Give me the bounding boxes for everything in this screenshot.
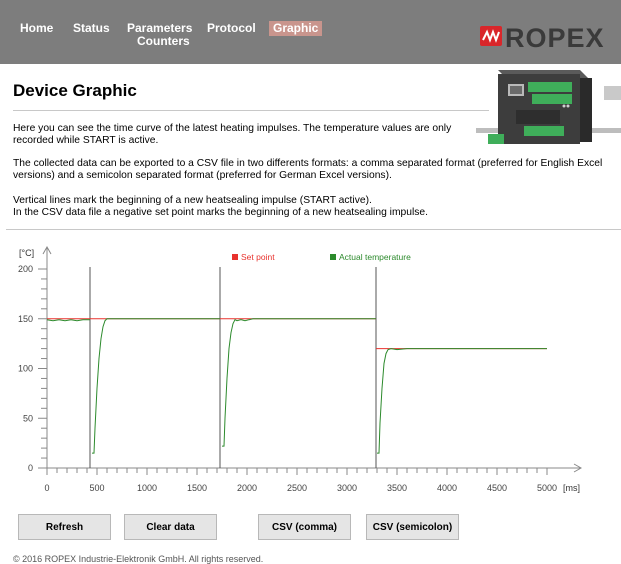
chart-legend: Set point Actual temperature (232, 252, 411, 262)
nav-graphic[interactable]: Graphic (269, 21, 323, 36)
actual-temperature-line (377, 348, 547, 454)
legend-label: Actual temperature (339, 252, 411, 262)
vertical-lines-note: Vertical lines mark the beginning of a n… (13, 195, 372, 206)
x-tick-label: 2000 (237, 483, 257, 493)
y-tick-label: 150 (18, 314, 33, 324)
x-tick-label: 0 (44, 483, 49, 493)
x-tick-label: 5000 (537, 483, 557, 493)
nav-parameters-counters[interactable]: Parameters Counters (127, 22, 192, 48)
top-navigation-bar: Home Status Parameters Counters Protocol… (0, 0, 621, 64)
csv-setpoint-note: In the CSV data file a negative set poin… (13, 207, 428, 218)
temperature-chart: [°C] [ms] 0 500 1000 1500 2000 2500 3000 3500 40… (18, 245, 583, 493)
page-title: Device Graphic (13, 81, 137, 100)
legend-swatch (330, 254, 336, 260)
intro-paragraph: Here you can see the time curve of the l… (13, 123, 452, 146)
chart-series (46, 318, 547, 454)
legend-label: Set point (241, 252, 275, 262)
legend-swatch (232, 254, 238, 260)
device-photo (476, 70, 621, 144)
csv-semicolon-button[interactable]: CSV (semicolon) (366, 514, 459, 540)
y-tick-label: 0 (28, 463, 33, 473)
x-tick-label: 3500 (387, 483, 407, 493)
y-axis-label: [°C] (19, 248, 34, 258)
nav-home[interactable]: Home (20, 22, 53, 35)
x-tick-label: 2500 (287, 483, 307, 493)
ropex-logo-icon (480, 26, 502, 46)
title-divider (13, 110, 489, 111)
brand-logo-text: ROPEX (505, 23, 605, 53)
nav-protocol[interactable]: Protocol (207, 22, 256, 35)
x-tick-label: 1000 (137, 483, 157, 493)
x-tick-label: 4000 (437, 483, 457, 493)
y-tick-label: 200 (18, 264, 33, 274)
nav-status[interactable]: Status (73, 22, 110, 35)
impulse-start-lines (89, 267, 377, 468)
nav-parameters-label: Parameters (127, 21, 193, 35)
x-tick-label: 3000 (337, 483, 357, 493)
x-tick-label: 4500 (487, 483, 507, 493)
x-tick-label: 500 (89, 483, 104, 493)
export-paragraph: The collected data can be exported to a … (13, 158, 603, 181)
chart-axes (38, 245, 583, 473)
csv-comma-button[interactable]: CSV (comma) (258, 514, 351, 540)
y-tick-label: 50 (23, 413, 33, 423)
refresh-button[interactable]: Refresh (18, 514, 111, 540)
y-tick-label: 100 (18, 364, 33, 374)
actual-temperature-line (222, 318, 376, 447)
x-tick-label: 1500 (187, 483, 207, 493)
chart-ticks: 0 500 1000 1500 2000 2500 3000 3500 4000 4500 5000… (18, 264, 557, 493)
x-axis-label: [ms] (563, 483, 580, 493)
actual-temperature-line (46, 319, 90, 322)
nav-counters-label: Counters (137, 34, 190, 48)
clear-data-button[interactable]: Clear data (124, 514, 217, 540)
section-divider (6, 229, 621, 230)
actual-temperature-line (92, 318, 220, 454)
